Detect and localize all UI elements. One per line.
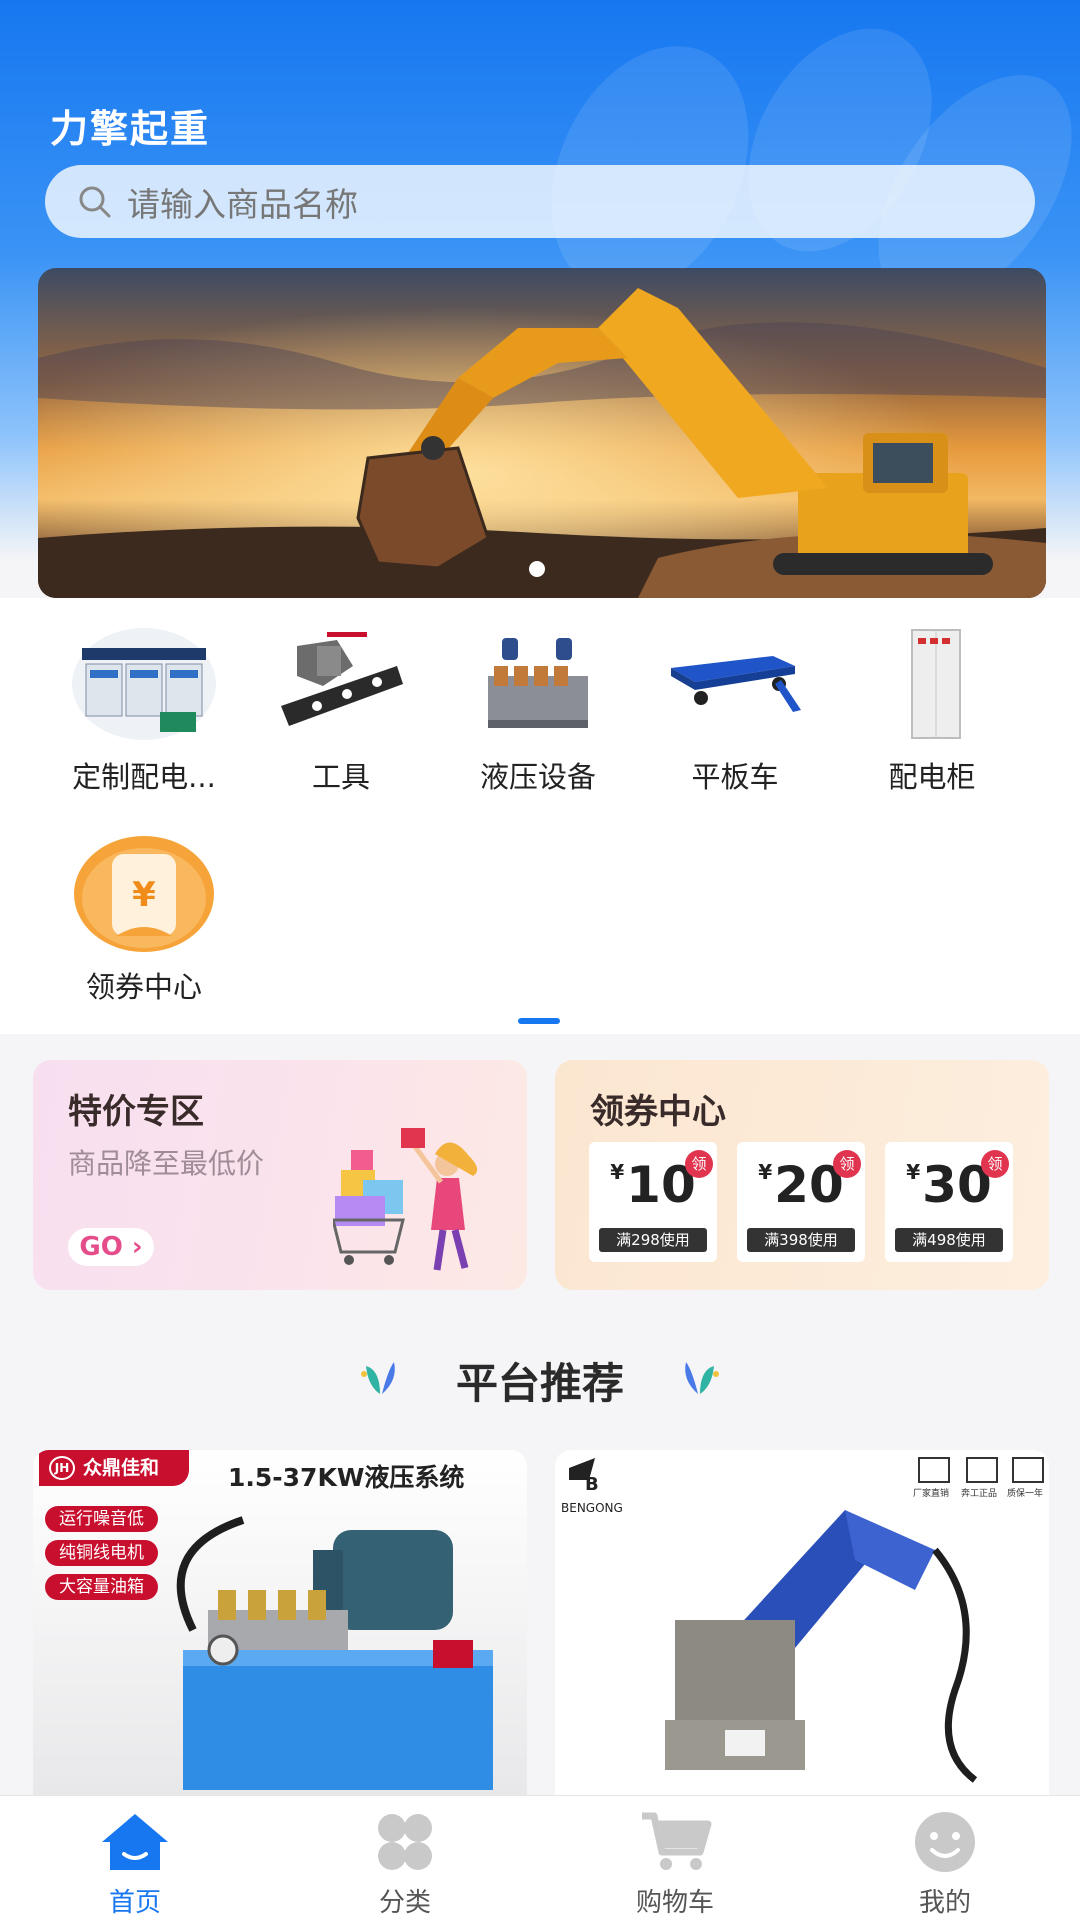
category-coupon-center[interactable]: ¥ 领券中心	[46, 836, 242, 1006]
category-flatbed-cart[interactable]: 平板车	[637, 626, 833, 796]
tab-category[interactable]: 分类	[335, 1810, 475, 1919]
punching-tool-product-image: B BENGONG 厂家直销 奔工正品 质保一年	[561, 1457, 1044, 1783]
flatbed-cart-image	[661, 626, 809, 742]
category-icon	[368, 1810, 442, 1874]
svg-text:质保一年: 质保一年	[1007, 1487, 1043, 1499]
brand-badge: JH 众鼎佳和	[39, 1450, 189, 1486]
coupon-condition: 满298使用	[599, 1228, 707, 1252]
category-distribution-cabinet[interactable]: 配电柜	[834, 626, 1030, 796]
cart-icon	[638, 1810, 712, 1874]
hydraulic-valve-image	[464, 626, 612, 742]
decorative-leaf-icon	[685, 1362, 719, 1394]
coupon-condition: 满398使用	[747, 1228, 855, 1252]
currency-symbol: ¥	[758, 1160, 773, 1184]
tab-label: 首页	[108, 1888, 161, 1918]
claim-badge: 领	[833, 1150, 861, 1178]
section-title: 平台推荐	[455, 1359, 624, 1408]
tab-home[interactable]: 首页	[65, 1810, 205, 1919]
special-price-subtitle: 商品降至最低价	[68, 1147, 265, 1180]
category-hydraulic-equipment[interactable]: 液压设备	[440, 626, 636, 796]
category-label: 工具	[311, 760, 370, 794]
product-card-hydraulic-system[interactable]: JH 众鼎佳和 1.5-37KW液压系统 运行噪音低 纯铜线电机 大容量油箱	[33, 1450, 527, 1795]
currency-symbol: ¥	[906, 1160, 921, 1184]
claim-badge: 领	[981, 1150, 1009, 1178]
bottom-tab-bar: 首页 分类 购物车 我的	[0, 1795, 1080, 1920]
category-label: 配电柜	[888, 760, 976, 794]
category-label: 领券中心	[85, 970, 202, 1004]
home-icon	[98, 1810, 172, 1874]
svg-text:厂家直销: 厂家直销	[913, 1487, 949, 1499]
coupon-30[interactable]: ¥30 领 满498使用	[885, 1142, 1013, 1262]
category-label: 平板车	[691, 760, 779, 794]
product-headline: 1.5-37KW液压系统	[228, 1463, 465, 1492]
category-custom-switchboard[interactable]: 定制配电...	[46, 626, 242, 796]
special-price-title: 特价专区	[68, 1092, 204, 1132]
currency-symbol: ¥	[610, 1160, 625, 1184]
banner-page-indicator	[529, 561, 545, 577]
product-card-punching-tool[interactable]: B BENGONG 厂家直销 奔工正品 质保一年	[555, 1450, 1049, 1795]
special-price-card[interactable]: 特价专区 商品降至最低价 GO ›	[33, 1060, 527, 1290]
shopping-illustration	[333, 1128, 478, 1271]
svg-text:¥: ¥	[132, 875, 156, 915]
go-button[interactable]: GO ›	[68, 1228, 154, 1266]
search-icon	[79, 186, 111, 217]
coupon-condition: 满498使用	[895, 1228, 1003, 1252]
profile-icon	[908, 1810, 982, 1874]
svg-text:奔工正品: 奔工正品	[961, 1487, 997, 1499]
banner-carousel[interactable]	[38, 268, 1046, 598]
punching-tool-image	[267, 626, 415, 742]
coupon-icon: ¥	[70, 836, 218, 952]
distribution-cabinet-image	[858, 626, 1006, 742]
brand-logo-icon: JH	[49, 1456, 75, 1480]
hydraulic-system-image	[176, 1516, 493, 1790]
tab-profile[interactable]: 我的	[875, 1810, 1015, 1919]
category-label: 定制配电...	[72, 760, 216, 794]
coupon-20[interactable]: ¥20 领 满398使用	[737, 1142, 865, 1262]
coupon-center-card[interactable]: 领券中心 ¥10 领 满298使用 ¥20 领 满398使用 ¥30 领 满49…	[555, 1060, 1049, 1290]
coupon-10[interactable]: ¥10 领 满298使用	[589, 1142, 717, 1262]
switchboard-image	[70, 626, 218, 742]
category-page-indicator	[518, 1018, 560, 1024]
search-bar[interactable]: 请输入商品名称	[45, 165, 1035, 238]
search-placeholder: 请输入商品名称	[127, 184, 358, 224]
brand-name-text: BENGONG	[561, 1501, 623, 1515]
category-tools[interactable]: 工具	[243, 626, 439, 796]
tab-cart[interactable]: 购物车	[605, 1810, 745, 1919]
tab-label: 购物车	[635, 1888, 714, 1918]
app-title: 力擎起重	[50, 107, 211, 151]
excavator-banner-image	[38, 268, 1046, 598]
category-label: 液压设备	[479, 760, 596, 794]
coupon-center-title: 领券中心	[590, 1092, 726, 1132]
tab-label: 分类	[378, 1888, 431, 1918]
tab-label: 我的	[918, 1888, 971, 1918]
claim-badge: 领	[685, 1150, 713, 1178]
